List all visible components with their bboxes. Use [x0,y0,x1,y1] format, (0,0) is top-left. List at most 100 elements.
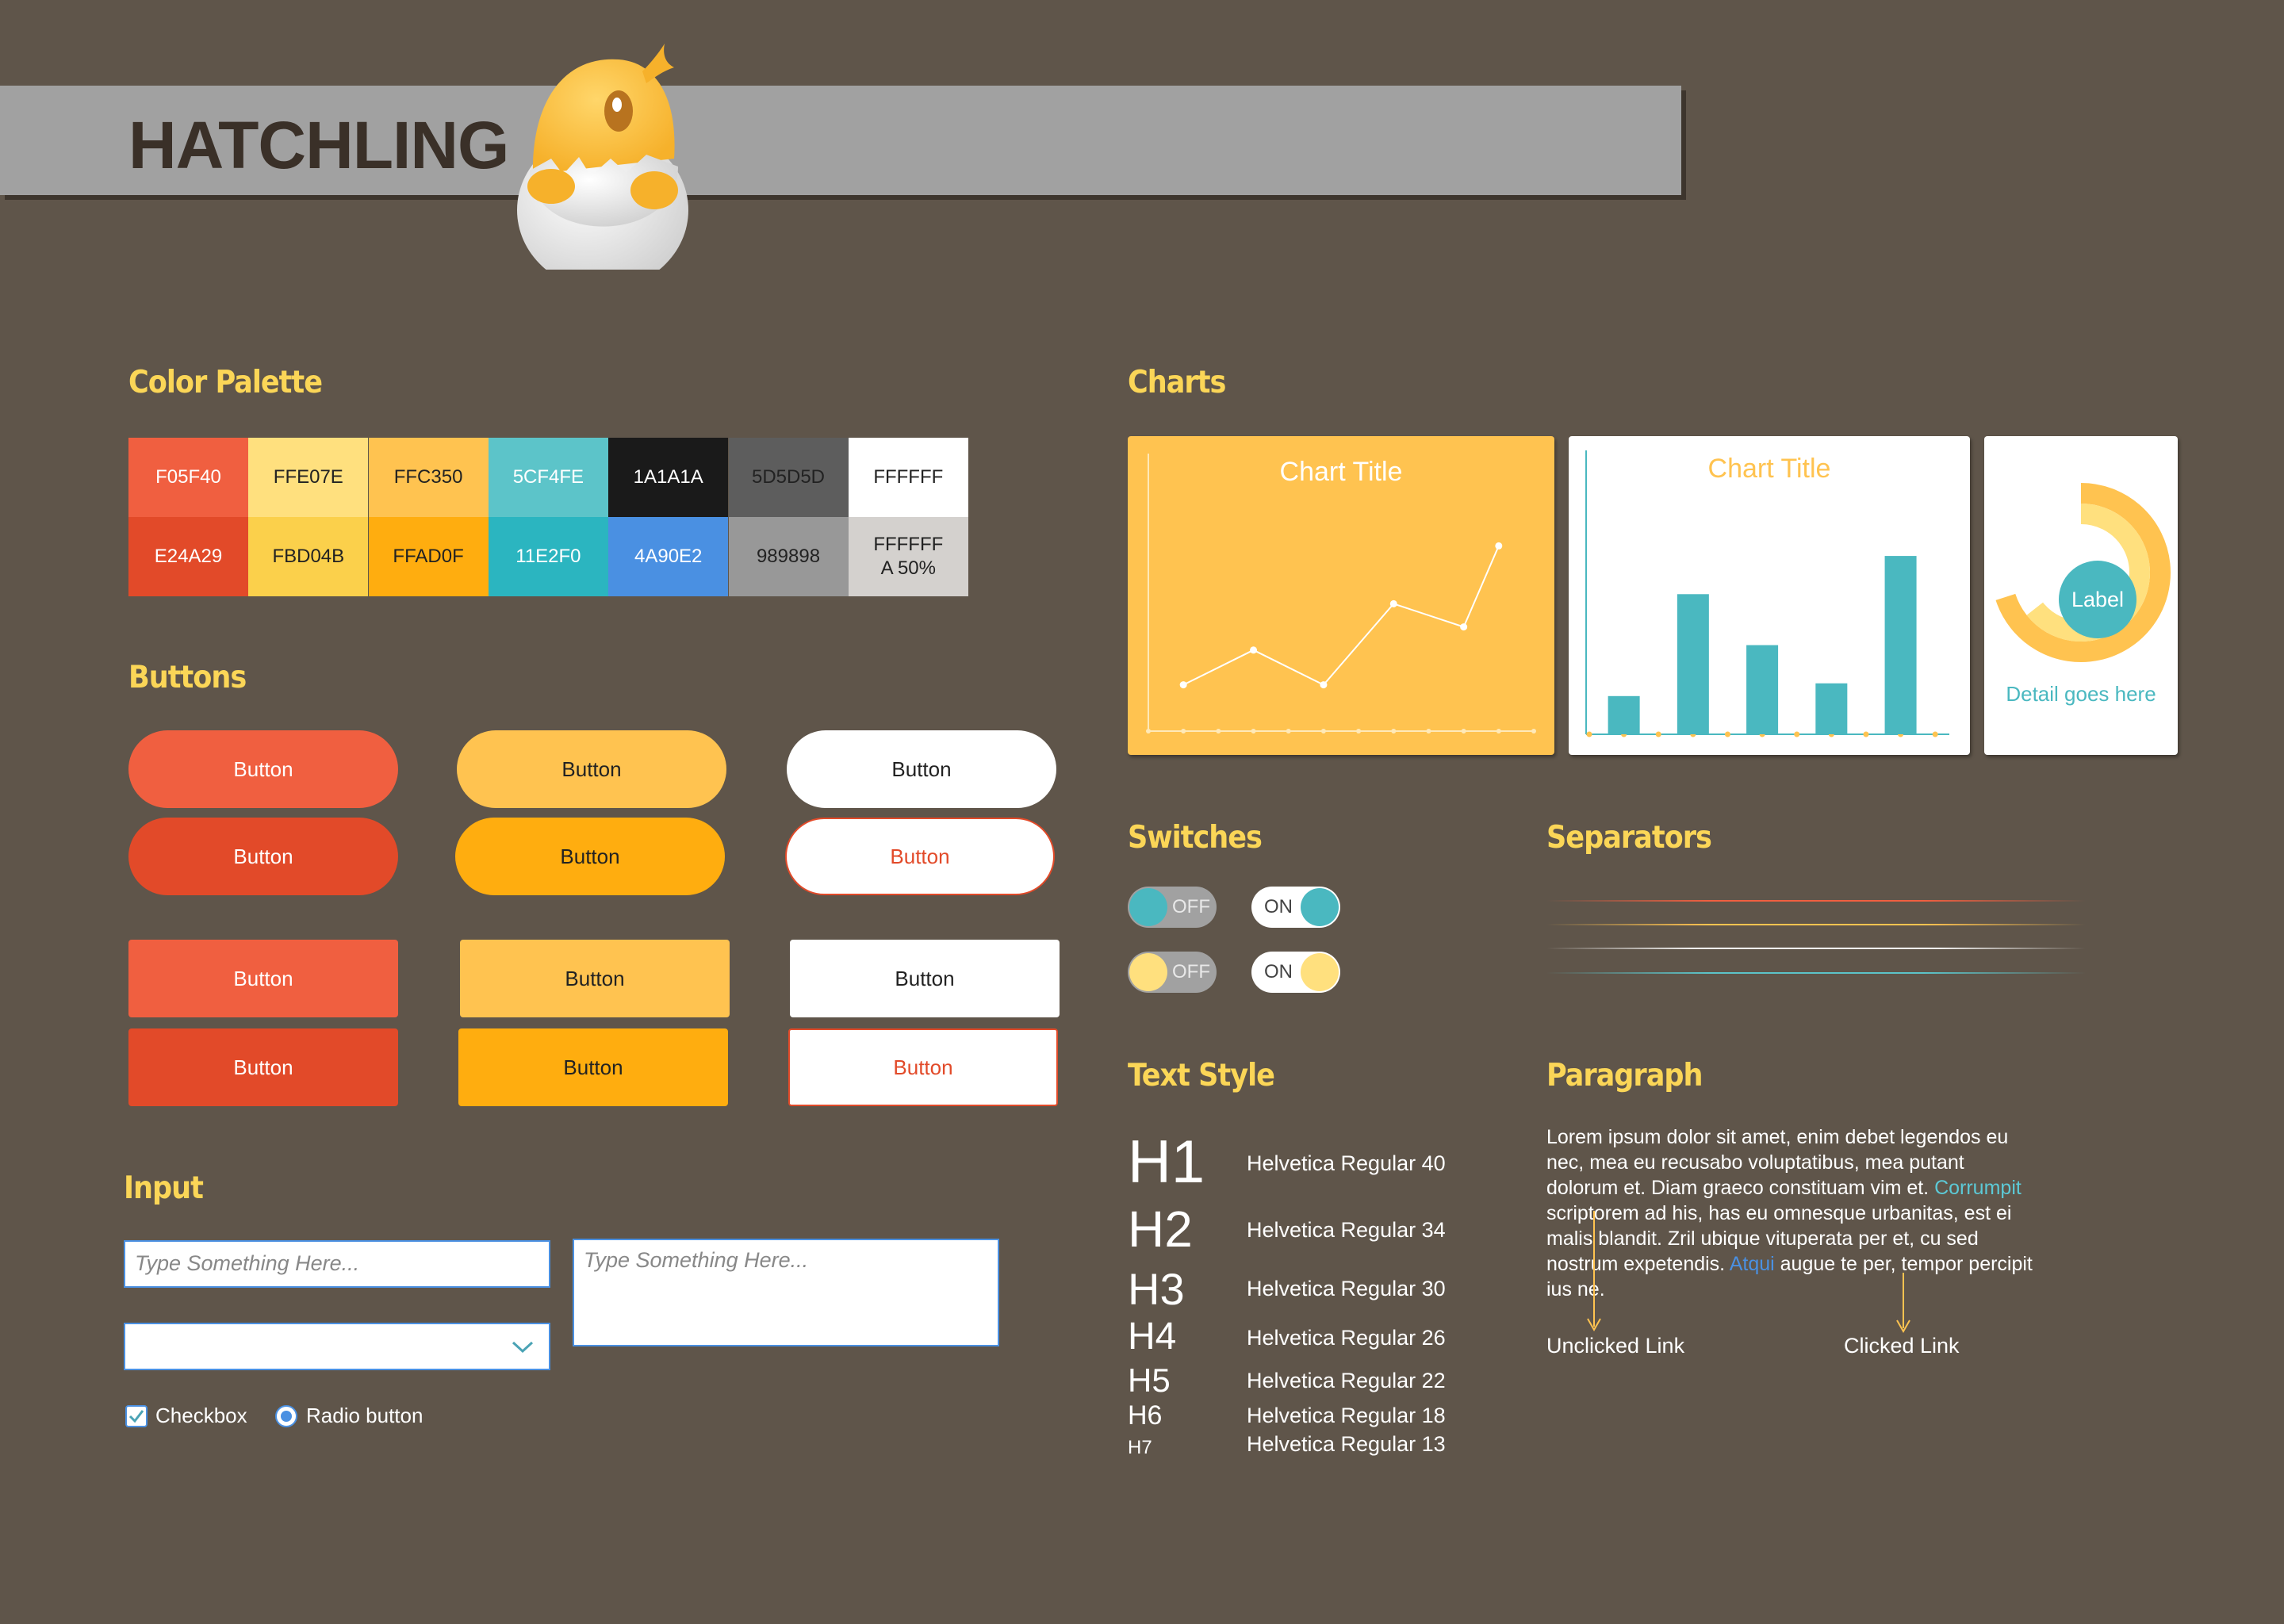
data-point [1460,623,1468,631]
chevron-down-icon [512,1341,534,1354]
checkbox-field[interactable]: Checkbox [125,1404,247,1428]
separator-white [1546,948,2086,949]
radio-field[interactable]: Radio button [274,1404,423,1428]
toggle-off-teal[interactable]: OFF [1128,887,1217,928]
section-title-charts: Charts [1128,365,1226,400]
toggle-on-label: ON [1264,961,1293,982]
secondary-pill-button[interactable]: Button [457,730,726,808]
x-tick [1863,731,1869,737]
toggle-on-teal[interactable]: ON [1251,887,1340,928]
section-title-paragraph: Paragraph [1546,1058,1703,1094]
text-style-sample: H5 [1128,1362,1171,1399]
checkbox-label: Checkbox [155,1404,247,1427]
outline-rect-button[interactable]: Button [788,1028,1058,1106]
section-title-input: Input [124,1170,204,1206]
x-tick [1655,731,1661,737]
radio-label: Radio button [306,1404,423,1427]
line-chart-card: Chart Title [1128,436,1554,755]
secondary-rect-button-pressed[interactable]: Button [458,1028,728,1106]
x-tick [1724,731,1730,737]
section-title-switches: Switches [1128,820,1263,856]
color-swatch: FFFFFF [848,438,968,517]
data-point [1250,646,1258,654]
text-style-sample: H7 [1128,1437,1152,1458]
secondary-pill-button-pressed[interactable]: Button [455,818,725,895]
outline-pill-button[interactable]: Button [785,818,1055,895]
line-chart-svg [1146,454,1536,733]
donut-center-label: Label [2071,587,2125,611]
section-title-text-style: Text Style [1128,1058,1275,1094]
white-pill-button[interactable]: Button [787,730,1056,808]
text-style-sample: H3 [1128,1264,1185,1314]
bar [1677,594,1709,734]
x-tick [1794,731,1800,737]
toggle-knob [1301,888,1339,926]
text-style-description: Helvetica Regular 40 [1247,1151,1446,1175]
select-dropdown[interactable] [124,1323,550,1370]
x-tick [1320,729,1326,733]
primary-pill-button[interactable]: Button [128,730,398,808]
color-swatch: 1A1A1A [608,438,729,517]
arrow-unclicked [1587,1211,1601,1332]
primary-rect-button-pressed[interactable]: Button [128,1028,398,1106]
bar-chart-card: Chart Title [1569,436,1970,755]
toggle-knob [1129,953,1167,991]
bar [1608,695,1640,734]
secondary-rect-button[interactable]: Button [460,940,730,1017]
radio-selected-icon[interactable] [274,1404,298,1428]
section-title-color-palette: Color Palette [128,365,323,400]
color-swatch: FFAD0F [368,517,489,596]
separator-teal [1546,972,2086,974]
x-tick [1496,729,1501,733]
x-tick [1146,729,1151,733]
text-input[interactable]: Type Something Here... [124,1240,550,1288]
color-swatch: FFC350 [368,438,489,517]
toggle-knob [1301,953,1339,991]
data-point [1495,542,1503,550]
clicked-link-caption: Clicked Link [1844,1334,1960,1358]
unclicked-link[interactable]: Corrumpit [1934,1177,2021,1199]
toggle-off-label: OFF [1172,961,1210,982]
checkbox-checked-icon[interactable] [125,1404,148,1427]
text-style-description: Helvetica Regular 26 [1247,1326,1446,1350]
color-swatch: E24A29 [128,517,248,596]
x-tick [1391,729,1397,733]
x-tick [1251,729,1256,733]
textarea-input[interactable]: Type Something Here... [573,1239,999,1346]
series-line [1182,546,1500,686]
data-point [1389,599,1397,607]
data-point [1179,681,1187,689]
toggle-knob [1129,888,1167,926]
donut-chart-card: Label Detail goes here [1984,436,2178,755]
x-tick [1461,729,1466,733]
color-swatch: FBD04B [248,517,369,596]
bar [1815,683,1848,734]
x-tick [1181,729,1186,733]
text-style-sample: H1 [1128,1128,1205,1196]
brand-title: HATCHLING [128,108,509,182]
toggle-on-yellow[interactable]: ON [1251,952,1340,993]
section-title-separators: Separators [1546,820,1712,856]
x-tick [1932,731,1938,737]
text-style-description: Helvetica Regular 30 [1247,1277,1446,1300]
color-swatch: 11E2F0 [488,517,608,596]
x-tick [1586,731,1592,737]
hatchling-logo [517,44,688,270]
color-swatch: F05F40 [128,438,248,517]
unclicked-link-caption: Unclicked Link [1546,1334,1685,1358]
text-style-description: Helvetica Regular 13 [1247,1432,1446,1456]
toggle-off-yellow[interactable]: OFF [1128,952,1217,993]
primary-pill-button-pressed[interactable]: Button [128,818,398,895]
x-tick [1216,729,1221,733]
color-swatch: FFE07E [248,438,369,517]
separator-yellow [1546,924,2086,925]
white-rect-button[interactable]: Button [790,940,1060,1017]
primary-rect-button[interactable]: Button [128,940,398,1017]
color-swatch: FFFFFF A 50% [848,517,968,596]
x-tick [1286,729,1291,733]
donut-detail-text: Detail goes here [2006,682,2156,706]
text-style-sample: H4 [1128,1316,1177,1358]
data-point [1320,681,1328,689]
bar-chart-svg [1585,450,1949,737]
text-style-sample: H6 [1128,1400,1163,1431]
